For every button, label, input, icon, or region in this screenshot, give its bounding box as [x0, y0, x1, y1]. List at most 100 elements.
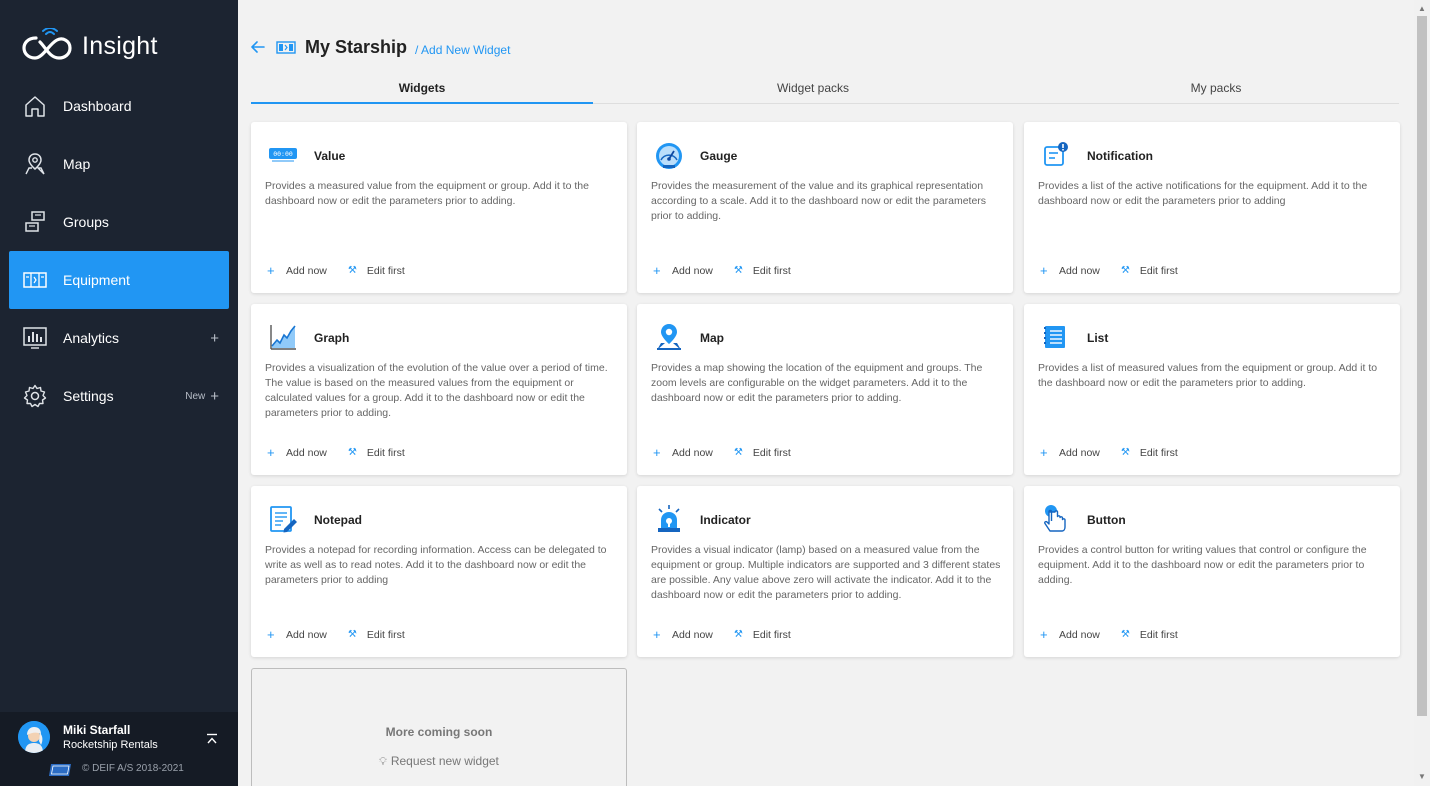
add-now-button[interactable]: + Add now — [267, 263, 327, 278]
tab-my-packs[interactable]: My packs — [1033, 77, 1399, 103]
value-display-icon: 00:00 — [268, 140, 298, 170]
edit-first-button[interactable]: ⚒ Edit first — [348, 629, 405, 641]
plus-icon: + — [1040, 627, 1048, 642]
add-now-button[interactable]: + Add now — [653, 445, 713, 460]
request-widget-link[interactable]: 💡︎ Request new widget — [252, 754, 626, 769]
plus-icon: + — [267, 263, 275, 278]
widget-title: Indicator — [700, 513, 751, 527]
add-now-button[interactable]: + Add now — [653, 628, 713, 641]
tab-widget-packs[interactable]: Widget packs — [593, 77, 1033, 103]
sidebar-item-groups[interactable]: Groups — [9, 193, 229, 251]
add-now-button[interactable]: + Add now — [1040, 264, 1100, 277]
edit-first-button[interactable]: ⚒ Edit first — [734, 265, 791, 277]
edit-first-button[interactable]: ⚒ Edit first — [1121, 447, 1178, 459]
widget-actions: + Add now ⚒ Edit first — [267, 263, 405, 278]
widget-card-notepad: Notepad Provides a notepad for recording… — [251, 486, 627, 657]
wrench-icon: ⚒ — [347, 265, 357, 276]
edit-first-button[interactable]: ⚒ Edit first — [1121, 629, 1178, 641]
value-icon-text: 00:00 — [273, 150, 293, 158]
sidebar-item-equipment[interactable]: Equipment — [9, 251, 229, 309]
widget-actions: + Add now ⚒ Edit first — [1040, 264, 1178, 277]
add-now-button[interactable]: + Add now — [653, 263, 713, 278]
edit-first-button[interactable]: ⚒ Edit first — [1121, 265, 1178, 277]
widget-description: Provides the measurement of the value an… — [651, 180, 987, 222]
plus-icon: + — [210, 329, 219, 347]
add-now-button[interactable]: + Add now — [267, 446, 327, 459]
edit-first-label: Edit first — [366, 265, 405, 277]
scroll-down-arrow-icon[interactable]: ▼ — [1418, 772, 1426, 781]
edit-first-label: Edit first — [1139, 265, 1178, 277]
plus-icon: + — [210, 387, 219, 405]
edit-first-button[interactable]: ⚒ Edit first — [734, 629, 791, 641]
scrollbar-thumb[interactable] — [1417, 16, 1427, 716]
wrench-icon: ⚒ — [347, 629, 357, 640]
plus-icon: + — [653, 445, 661, 460]
edit-first-label: Edit first — [752, 629, 791, 641]
sidebar-item-map[interactable]: Map — [9, 135, 229, 193]
widget-card-list: List Provides a list of measured values … — [1024, 304, 1400, 475]
widget-actions: + Add now ⚒ Edit first — [653, 628, 791, 641]
widget-actions: + Add now ⚒ Edit first — [267, 446, 405, 459]
widget-title: Notepad — [314, 513, 362, 527]
analytics-icon — [22, 325, 48, 351]
widget-description: Provides a visual indicator (lamp) based… — [651, 544, 1001, 601]
list-icon — [1041, 322, 1071, 352]
widget-title: List — [1087, 331, 1109, 345]
add-now-label: Add now — [672, 447, 713, 459]
add-now-button[interactable]: + Add now — [1040, 627, 1100, 642]
avatar[interactable] — [18, 721, 50, 753]
gauge-icon — [654, 140, 684, 170]
back-arrow-icon[interactable] — [250, 39, 266, 55]
breadcrumb[interactable]: / Add New Widget — [415, 43, 510, 57]
user-name: Miki Starfall — [63, 723, 131, 737]
plus-icon: + — [653, 263, 661, 278]
collapse-up-icon[interactable] — [205, 733, 219, 745]
insight-logo-icon — [22, 28, 72, 60]
app-logo[interactable]: Insight — [22, 26, 158, 66]
wrench-icon: ⚒ — [1120, 265, 1130, 276]
sidebar-item-label: Settings — [63, 388, 114, 404]
widget-description: Provides a measured value from the equip… — [265, 180, 589, 207]
button-press-icon — [1041, 504, 1071, 534]
widget-title: Notification — [1087, 149, 1153, 163]
edit-first-button[interactable]: ⚒ Edit first — [348, 447, 405, 459]
widget-title: Button — [1087, 513, 1126, 527]
sidebar-item-label: Analytics — [63, 330, 120, 346]
widget-description: Provides a visualization of the evolutio… — [265, 362, 608, 419]
page-scrollbar[interactable]: ▲ ▼ — [1414, 0, 1430, 786]
widget-actions: + Add now ⚒ Edit first — [653, 263, 791, 278]
sidebar-item-dashboard[interactable]: Dashboard — [9, 77, 229, 135]
sidebar-item-analytics[interactable]: Analytics + — [9, 309, 229, 367]
wrench-icon: ⚒ — [1120, 447, 1130, 458]
wrench-icon: ⚒ — [347, 447, 357, 458]
widget-description: Provides a notepad for recording informa… — [265, 544, 607, 586]
wrench-icon: ⚒ — [733, 447, 743, 458]
sidebar-item-label: Equipment — [63, 272, 130, 288]
edit-first-button[interactable]: ⚒ Edit first — [348, 265, 405, 277]
scroll-up-arrow-icon[interactable]: ▲ — [1418, 4, 1426, 13]
add-now-label: Add now — [1059, 265, 1100, 277]
sidebar-item-settings[interactable]: Settings New + — [9, 367, 229, 425]
edit-first-button[interactable]: ⚒ Edit first — [734, 447, 791, 459]
coming-soon-title: More coming soon — [385, 725, 493, 739]
widget-title: Graph — [314, 331, 350, 345]
user-organization: Rocketship Rentals — [63, 739, 158, 751]
add-now-label: Add now — [1059, 629, 1100, 641]
sidebar-nav: Dashboard Map Groups Equipment Analytics — [9, 77, 229, 425]
widget-card-map: Map Provides a map showing the location … — [637, 304, 1013, 475]
equipment-icon — [22, 267, 48, 293]
sidebar: Insight Dashboard Map Groups Equipment A… — [0, 0, 238, 786]
request-widget-label: Request new widget — [390, 754, 499, 768]
notepad-icon — [268, 504, 298, 534]
tab-widgets[interactable]: Widgets — [251, 77, 593, 104]
add-now-button[interactable]: + Add now — [1040, 446, 1100, 459]
expand-settings-button[interactable]: New + — [185, 388, 219, 405]
widget-card-value: 00:00 Value Provides a measured value fr… — [251, 122, 627, 293]
expand-analytics-button[interactable]: + — [210, 330, 219, 347]
widget-description: Provides a list of the active notificati… — [1038, 180, 1368, 207]
groups-icon — [22, 209, 48, 235]
home-icon — [22, 93, 48, 119]
lightbulb-icon: 💡︎ — [379, 756, 387, 768]
edit-first-label: Edit first — [752, 447, 791, 459]
add-now-button[interactable]: + Add now — [267, 628, 327, 641]
